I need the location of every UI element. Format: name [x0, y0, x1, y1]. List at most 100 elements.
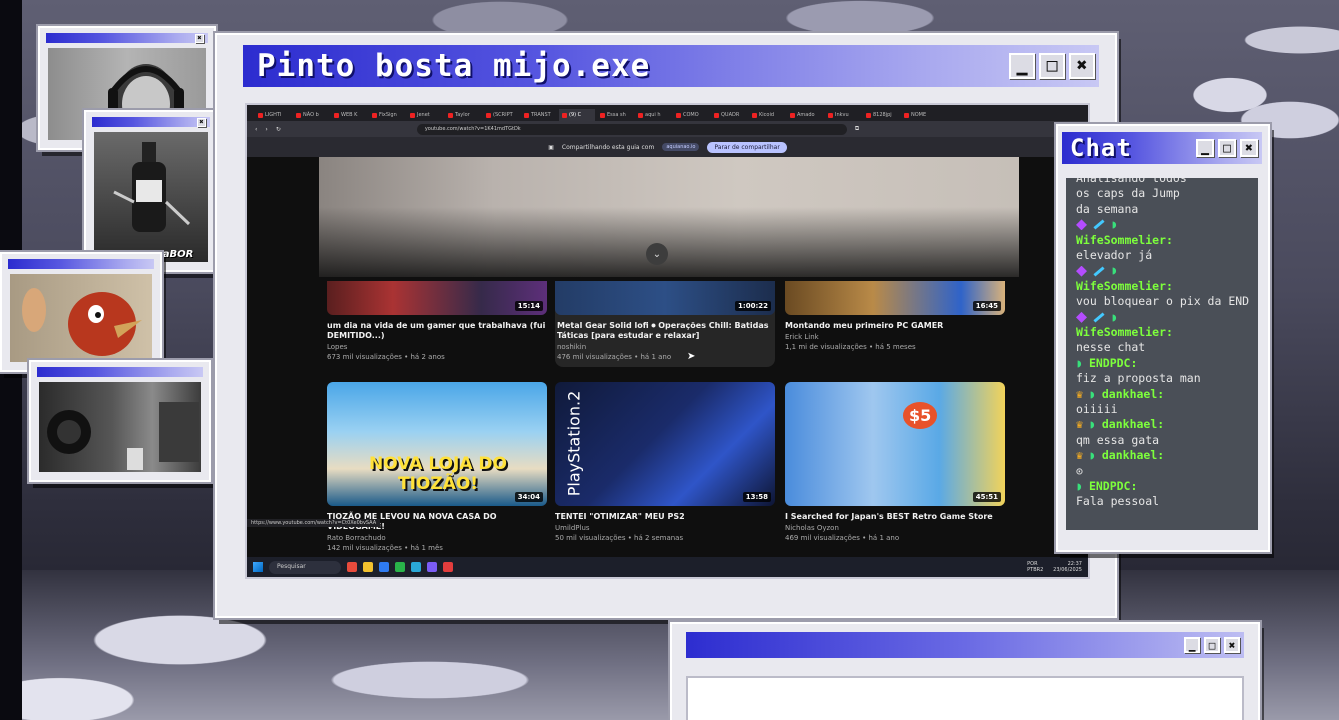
video-thumbnail[interactable]: 16:45 [785, 281, 1005, 315]
url-field[interactable]: youtube.com/watch?v=1K41mdTGtDk [416, 123, 847, 135]
start-icon[interactable] [253, 562, 263, 572]
taskbar-app-icon[interactable] [347, 562, 357, 572]
minimize-icon[interactable]: ▁ [1196, 139, 1214, 157]
video-card[interactable]: $5 45:51 I Searched for Japan's BEST Ret… [785, 382, 1005, 542]
video-card[interactable]: 16:45 Montando meu primeiro PC GAMER Eri… [785, 281, 1005, 351]
main-window-titlebar[interactable]: Pinto bosta mijo.exe ▁ □ ✖ [243, 45, 1099, 87]
video-title[interactable]: Montando meu primeiro PC GAMER [785, 321, 1005, 331]
webcam-titlebar[interactable]: ✖ [92, 117, 210, 127]
browser-tab[interactable]: 8128jpj [863, 109, 899, 121]
browser-tab[interactable]: Amado [787, 109, 823, 121]
browser-tab[interactable]: QUADR [711, 109, 747, 121]
browser-tab[interactable]: LIGHTI [255, 109, 291, 121]
video-channel[interactable]: Lopes [327, 343, 547, 351]
browser-tab[interactable]: Taylor [445, 109, 481, 121]
close-icon[interactable]: ✖ [1069, 53, 1095, 79]
webcam-window-3[interactable] [0, 252, 162, 372]
video-title[interactable]: Metal Gear Solid lofi ⏺ Operações Chill:… [555, 321, 775, 341]
webcam-window-4[interactable] [29, 360, 211, 482]
video-channel[interactable]: Rato Borrachudo [327, 534, 547, 542]
taskbar-app-icon[interactable] [411, 562, 421, 572]
chat-message: ◗ WifeSommelier: nesse chat [1076, 310, 1252, 356]
chat-username[interactable]: ENDPDC: [1089, 356, 1137, 371]
minimize-icon[interactable]: ▁ [1009, 53, 1035, 79]
webcam-titlebar[interactable]: ✖ [46, 33, 208, 43]
reload-icon[interactable]: ↻ [276, 126, 281, 133]
chevron-down-icon[interactable]: ⌄ [646, 243, 668, 265]
taskbar-app-icon[interactable] [379, 562, 389, 572]
close-icon[interactable]: ✖ [195, 33, 204, 43]
taskbar-app-icon[interactable] [443, 562, 453, 572]
browser-tab[interactable]: Essa sh [597, 109, 633, 121]
browser-tab[interactable]: NÃO b [293, 109, 329, 121]
browser-tab[interactable]: FixSign [369, 109, 405, 121]
video-thumbnail[interactable]: 1:00:22 [555, 281, 775, 315]
chat-window[interactable]: Chat ▁ □ ✖ Analisando todos os caps da Ju… [1056, 124, 1270, 552]
chat-username[interactable]: dankhael: [1102, 417, 1164, 432]
webcam-titlebar[interactable] [37, 367, 203, 377]
chat-badges: ◗ ENDPDC: [1076, 479, 1252, 494]
video-channel[interactable]: Nicholas Oyzon [785, 524, 1005, 532]
browser-tab[interactable]: Jenet [407, 109, 443, 121]
forward-icon[interactable]: › [265, 126, 267, 133]
webcam-window-2[interactable]: ✖ Tung Tung saBOR [84, 110, 218, 272]
chat-username[interactable]: dankhael: [1102, 448, 1164, 463]
video-channel[interactable]: UmildPlus [555, 524, 775, 532]
video-card[interactable]: 1:00:22 Metal Gear Solid lofi ⏺ Operaçõe… [555, 281, 775, 367]
platform-badge-icon: ◗ [1111, 263, 1118, 278]
browser-tab[interactable]: NOME [901, 109, 937, 121]
webcam-titlebar[interactable] [8, 259, 154, 269]
chat-titlebar[interactable]: Chat ▁ □ ✖ [1062, 132, 1262, 164]
extensions-icon[interactable]: ⧉ [855, 125, 859, 133]
chat-log[interactable]: Analisando todos os caps da Jump da semana… [1066, 178, 1258, 530]
taskbar-app-icon[interactable] [395, 562, 405, 572]
tab-label: Essa sh [607, 112, 626, 118]
main-window[interactable]: Pinto bosta mijo.exe ▁ □ ✖ LIGHTI NÃO b WE… [215, 33, 1117, 618]
tab-label: Kicoid [759, 112, 775, 118]
taskbar-search[interactable]: Pesquisar [269, 560, 341, 574]
tray-clock[interactable]: 22:37 23/06/2025 [1053, 561, 1082, 573]
tab-label: Amado [797, 112, 815, 118]
taskbar-app-icon[interactable] [363, 562, 373, 572]
tab-favicon-icon [334, 112, 339, 118]
chat-username[interactable]: WifeSommelier: [1076, 325, 1173, 339]
minimize-icon[interactable]: ▁ [1184, 637, 1200, 653]
chat-username[interactable]: ENDPDC: [1089, 479, 1137, 494]
browser-tab[interactable]: COMO [673, 109, 709, 121]
video-card[interactable]: 15:14 um dia na vida de um gamer que tra… [327, 281, 547, 361]
close-icon[interactable]: ✖ [1224, 637, 1240, 653]
back-icon[interactable]: ‹ [255, 126, 257, 133]
browser-tab[interactable]: WEB K [331, 109, 367, 121]
taskbar-app-icon[interactable] [427, 562, 437, 572]
browser-tab[interactable]: aqui h [635, 109, 671, 121]
chat-badges: ♛ ◗ dankhael: [1076, 417, 1252, 432]
close-icon[interactable]: ✖ [197, 117, 206, 127]
video-title[interactable]: um dia na vida de um gamer que trabalhav… [327, 321, 547, 341]
video-channel[interactable]: noshikin [555, 343, 775, 351]
browser-tab[interactable]: Inkvu [825, 109, 861, 121]
browser-tab[interactable]: Kicoid [749, 109, 785, 121]
browser-tab[interactable]: TRANST [521, 109, 557, 121]
video-thumbnail[interactable]: NOVA LOJA DO TIOZÃO! 34:04 [327, 382, 547, 506]
close-icon[interactable]: ✖ [1240, 139, 1258, 157]
maximize-icon[interactable]: □ [1204, 637, 1220, 653]
video-thumbnail[interactable]: 15:14 [327, 281, 547, 315]
video-title[interactable]: I Searched for Japan's BEST Retro Game S… [785, 512, 1005, 522]
chat-username[interactable]: WifeSommelier: [1076, 279, 1173, 293]
empty-window-titlebar[interactable]: ▁ □ ✖ [686, 632, 1244, 658]
empty-window[interactable]: ▁ □ ✖ [670, 622, 1260, 720]
chat-username[interactable]: WifeSommelier: [1076, 233, 1173, 247]
video-thumbnail[interactable]: $5 45:51 [785, 382, 1005, 506]
chat-username[interactable]: dankhael: [1102, 387, 1164, 402]
maximize-icon[interactable]: □ [1218, 139, 1236, 157]
video-thumbnail[interactable]: PlayStation.2 13:58 [555, 382, 775, 506]
video-channel[interactable]: Erick Link [785, 333, 1005, 341]
maximize-icon[interactable]: □ [1039, 53, 1065, 79]
video-title[interactable]: TENTEI "OTIMIZAR" MEU PS2 [555, 512, 775, 522]
browser-tab[interactable]: (9) C [559, 109, 595, 121]
stop-sharing-button[interactable]: Parar de compartilhar [707, 141, 787, 153]
browser-tab[interactable]: (SCRIPT [483, 109, 519, 121]
tray-lang[interactable]: POR PTBR2 [1027, 561, 1043, 573]
video-card[interactable]: PlayStation.2 13:58 TENTEI "OTIMIZAR" ME… [555, 382, 775, 542]
video-player[interactable] [319, 157, 1019, 277]
